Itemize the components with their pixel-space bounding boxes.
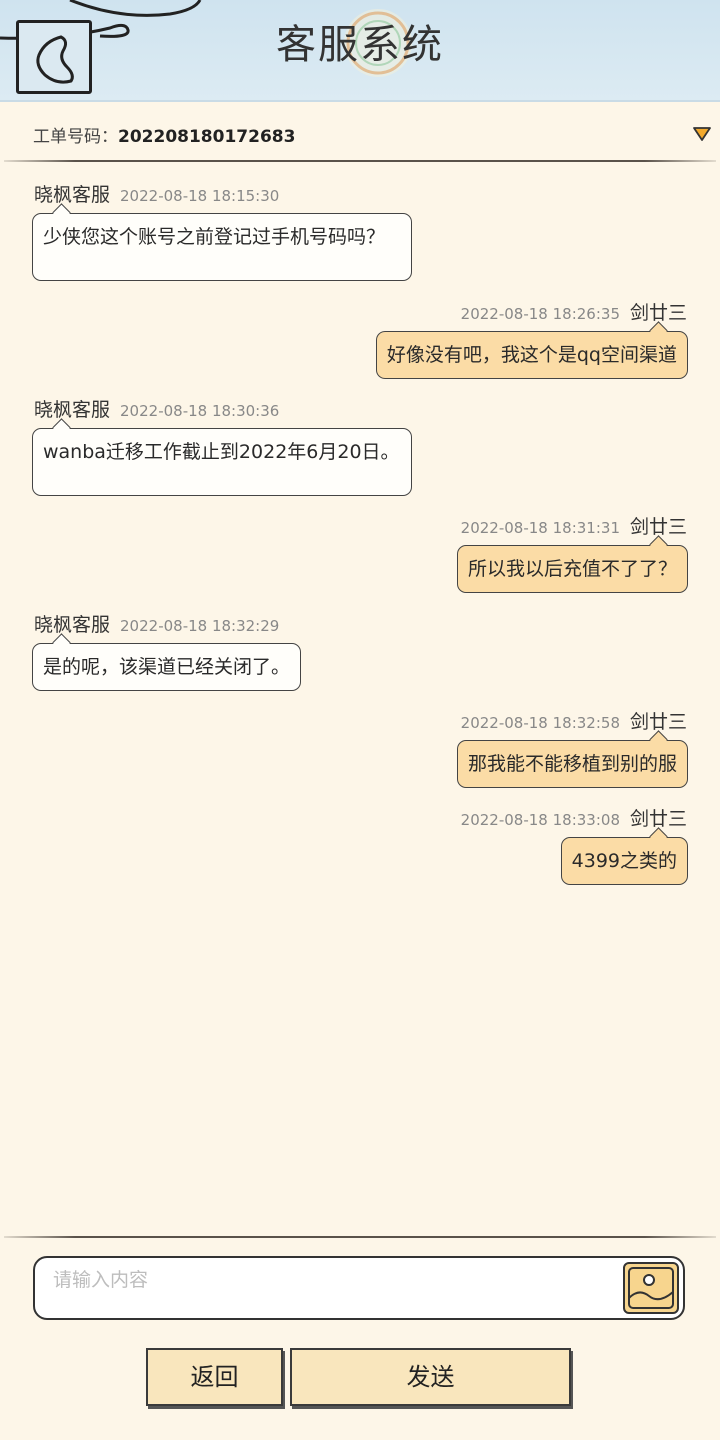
triangle-down-icon[interactable]: [692, 126, 712, 142]
sender-name: 晓枫客服: [34, 399, 111, 421]
timestamp: 2022-08-18 18:33:08: [460, 811, 620, 829]
message-text: 是的呢，该渠道已经关闭了。: [43, 656, 291, 678]
image-icon: [628, 1267, 674, 1309]
ticket-bar: 工单号码：202208180172683: [0, 100, 720, 162]
message-bubble: 所以我以后充值不了了？: [456, 535, 688, 593]
ticket-number: 202208180172683: [118, 127, 296, 147]
sender-name: 晓枫客服: [34, 184, 111, 206]
message-bubble: 是的呢，该渠道已经关闭了。: [32, 633, 302, 691]
message-meta: 2022-08-18 18:26:35 剑廿三: [461, 298, 687, 325]
timestamp: 2022-08-18 18:32:58: [460, 714, 620, 732]
timestamp: 2022-08-18 18:32:29: [120, 617, 280, 635]
message-meta: 晓枫客服 2022-08-18 18:32:29: [34, 610, 279, 637]
timestamp: 2022-08-18 18:31:31: [460, 519, 620, 537]
message-meta: 2022-08-18 18:32:58 剑廿三: [461, 707, 687, 734]
message-text: 少侠您这个账号之前登记过手机号码吗？: [43, 226, 386, 248]
ticket-info: 工单号码：202208180172683: [33, 122, 295, 147]
send-button[interactable]: 发送: [290, 1348, 571, 1406]
message-meta: 2022-08-18 18:31:31 剑廿三: [461, 512, 687, 539]
message-text: wanba迁移工作截止到2022年6月20日。: [43, 441, 400, 463]
message-text: 所以我以后充值不了了？: [467, 558, 677, 580]
divider: [4, 160, 716, 162]
message-text: 好像没有吧，我这个是qq空间渠道: [386, 344, 677, 366]
message-bubble: 4399之类的: [560, 827, 688, 885]
message-text: 4399之类的: [571, 850, 677, 872]
message-bubble: 少侠您这个账号之前登记过手机号码吗？: [32, 203, 412, 281]
message-bubble: 那我能不能移植到别的服: [456, 730, 688, 788]
message-input[interactable]: [51, 1264, 615, 1296]
ticket-label: 工单号码：: [33, 127, 118, 147]
message-bubble: wanba迁移工作截止到2022年6月20日。: [32, 418, 412, 496]
return-button[interactable]: 返回: [146, 1348, 283, 1406]
message-text: 那我能不能移植到别的服: [467, 753, 677, 775]
message-bubble: 好像没有吧，我这个是qq空间渠道: [375, 321, 688, 379]
divider: [4, 1236, 716, 1238]
timestamp: 2022-08-18 18:15:30: [120, 187, 280, 205]
timestamp: 2022-08-18 18:26:35: [460, 305, 620, 323]
message-meta: 晓枫客服 2022-08-18 18:15:30: [34, 180, 279, 207]
timestamp: 2022-08-18 18:30:36: [120, 402, 280, 420]
message-input-box: [33, 1256, 685, 1320]
image-upload-button[interactable]: [623, 1262, 679, 1314]
message-meta: 晓枫客服 2022-08-18 18:30:36: [34, 395, 279, 422]
message-meta: 2022-08-18 18:33:08 剑廿三: [461, 804, 687, 831]
page-title: 客服系统: [276, 22, 444, 68]
sender-name: 晓枫客服: [34, 614, 111, 636]
header-bar: 客服系统: [0, 0, 720, 102]
